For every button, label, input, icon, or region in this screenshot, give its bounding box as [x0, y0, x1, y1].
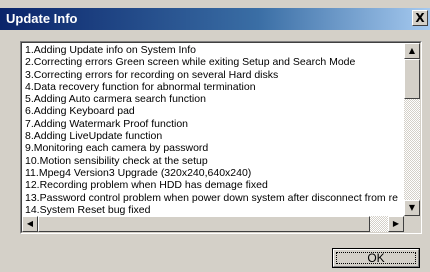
- list-item: 1.Adding Update info on System Info: [25, 44, 197, 56]
- list-item: 5.Adding Auto carmera search function: [25, 93, 206, 106]
- update-info-dialog: Update Info X 1.Adding Update info on Sy…: [0, 0, 430, 272]
- horizontal-scroll-thumb[interactable]: [38, 216, 370, 232]
- list-item: 11.Mpeg4 Version3 Upgrade (320x240,640x2…: [25, 166, 252, 179]
- close-icon: X: [415, 11, 425, 25]
- arrow-left-icon: ◀: [26, 219, 34, 228]
- arrow-right-icon: ▶: [392, 219, 400, 228]
- list-item: 3.Correcting errors for recording on sev…: [25, 68, 279, 81]
- update-list[interactable]: 1.Adding Update info on System Info 2.Co…: [21, 42, 421, 233]
- arrow-up-icon: ▲: [408, 46, 416, 55]
- list-item: 2.Correcting errors Green screen while e…: [25, 56, 356, 69]
- ok-button-label: OK: [367, 251, 385, 265]
- scroll-right-button[interactable]: ▶: [388, 216, 404, 232]
- list-item: 13.Password control problem when power d…: [25, 191, 398, 204]
- list-item: 14.System Reset bug fixed: [25, 203, 151, 216]
- close-button[interactable]: X: [412, 10, 428, 26]
- list-item: 4.Data recovery function for abnormal te…: [25, 80, 256, 93]
- update-list-frame: 1.Adding Update info on System Info 2.Co…: [20, 41, 422, 234]
- scroll-left-button[interactable]: ◀: [22, 216, 38, 232]
- list-item: 6.Adding Keyboard pad: [25, 105, 135, 118]
- list-item: 12.Recording problem when HDD has demage…: [25, 179, 268, 192]
- window-title: Update Info: [6, 11, 78, 26]
- list-item: 8.Adding LiveUpdate function: [25, 130, 163, 143]
- list-item: 10.Motion sensibility check at the setup: [25, 154, 208, 167]
- arrow-down-icon: ▼: [408, 203, 416, 212]
- vertical-scrollbar[interactable]: ▲ ▼: [404, 43, 420, 216]
- horizontal-scrollbar[interactable]: ◀ ▶: [22, 216, 404, 232]
- ok-button[interactable]: OK: [332, 248, 420, 268]
- vertical-scroll-thumb[interactable]: [404, 59, 420, 99]
- list-item: 9.Monitoring each camera by password: [25, 142, 209, 155]
- scrollbar-corner: [404, 216, 420, 232]
- scroll-down-button[interactable]: ▼: [404, 200, 420, 216]
- list-item: 7.Adding Watermark Proof function: [25, 117, 189, 130]
- update-list-text[interactable]: 1.Adding Update info on System Info 2.Co…: [25, 44, 405, 218]
- scroll-up-button[interactable]: ▲: [404, 43, 420, 59]
- title-bar[interactable]: Update Info: [0, 8, 430, 30]
